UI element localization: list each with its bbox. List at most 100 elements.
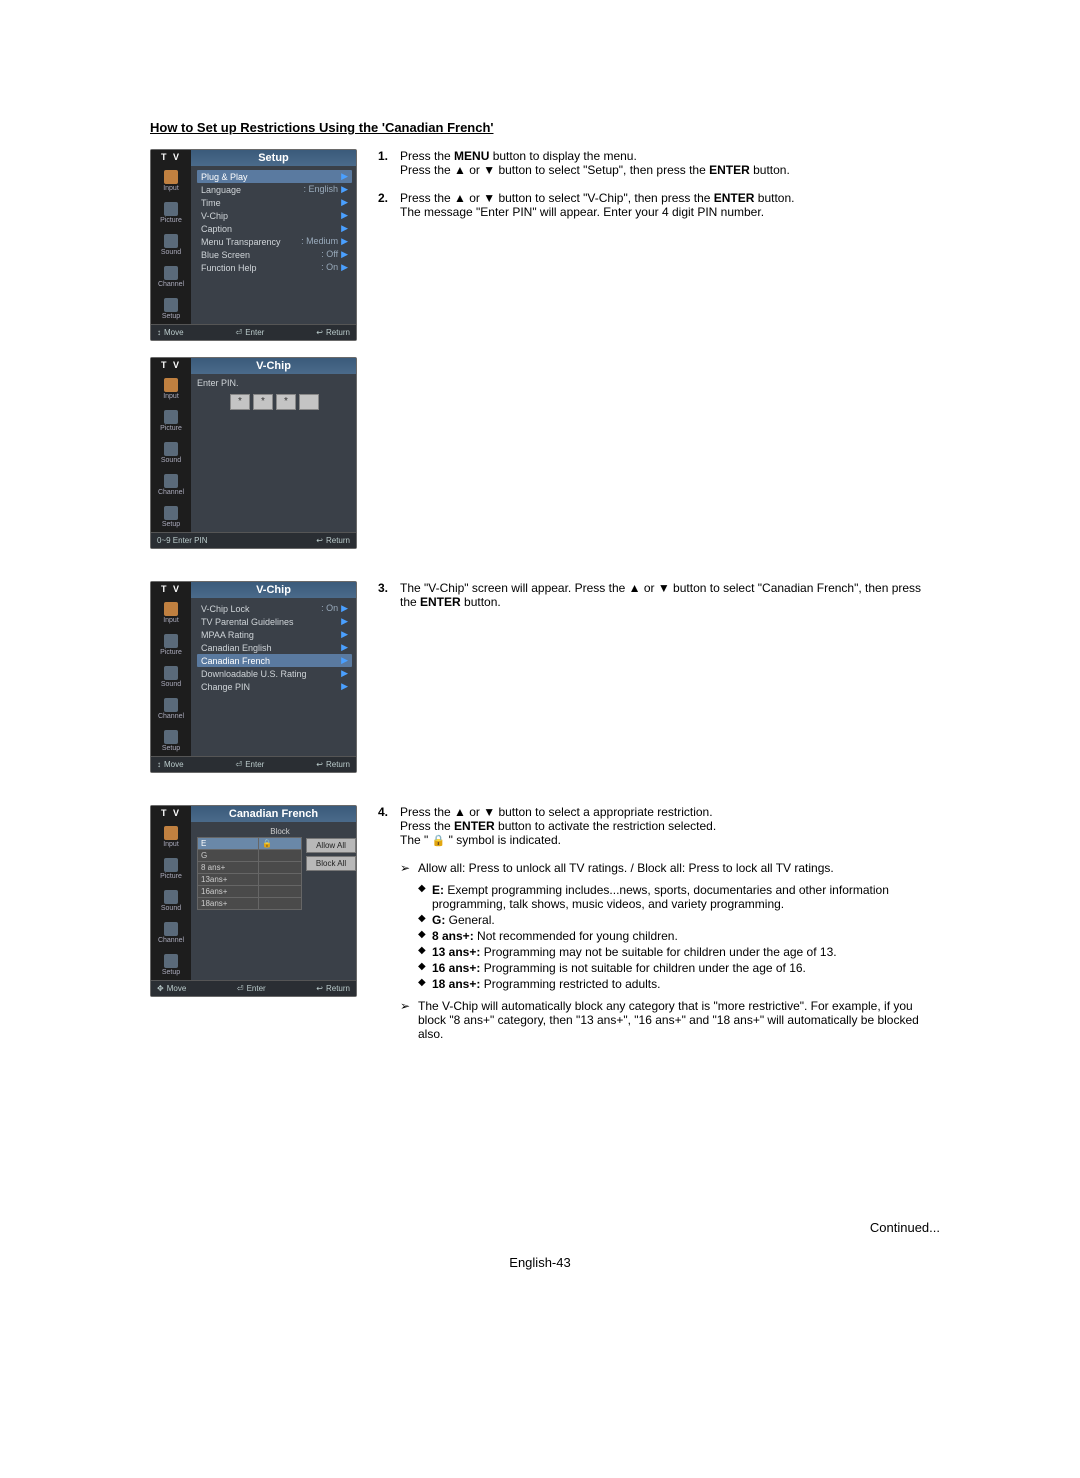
sidebar-item: Setup [154, 298, 188, 320]
sidebar-item: Input [154, 170, 188, 192]
chevron-right-icon: ▶ [341, 249, 348, 259]
sidebar-item: Setup [154, 506, 188, 528]
sidebar-icon [164, 858, 178, 872]
rating-block-cell [259, 874, 302, 886]
sidebar-label: Picture [154, 649, 188, 656]
bullet-icon: ◆ [418, 945, 432, 959]
pin-digit: * [276, 394, 296, 410]
sidebar-icon [164, 410, 178, 424]
sidebar-label: Channel [154, 937, 188, 944]
menu-value: : Medium [301, 236, 338, 246]
sidebar-icon [164, 922, 178, 936]
sidebar-icon [164, 202, 178, 216]
bullet-icon: ◆ [418, 929, 432, 943]
sidebar-icon [164, 698, 178, 712]
osd-sidebar: InputPictureSoundChannelSetup [151, 598, 191, 756]
menu-label: Menu Transparency [201, 237, 281, 247]
menu-row: Downloadable U.S. Rating▶ [197, 667, 352, 680]
pin-prompt: Enter PIN. [197, 378, 352, 388]
sidebar-item: Picture [154, 410, 188, 432]
sidebar-item: Channel [154, 922, 188, 944]
sidebar-label: Setup [154, 969, 188, 976]
sidebar-icon [164, 442, 178, 456]
chevron-right-icon: ▶ [341, 629, 348, 639]
chevron-right-icon: ▶ [341, 681, 348, 691]
sidebar-item: Picture [154, 634, 188, 656]
menu-label: Canadian English [201, 643, 272, 653]
sidebar-icon [164, 298, 178, 312]
menu-row: Menu Transparency: Medium▶ [197, 235, 352, 248]
rating-block-cell [259, 898, 302, 910]
sidebar-item: Channel [154, 266, 188, 288]
chevron-right-icon: ▶ [341, 616, 348, 626]
menu-label: Plug & Play [201, 172, 248, 182]
rating-block-cell [259, 850, 302, 862]
menu-row: V-Chip Lock: On▶ [197, 602, 352, 615]
menu-label: Function Help [201, 263, 257, 273]
rating-row: 18ans+ [198, 898, 302, 910]
footer-return: ↩ Return [316, 984, 350, 993]
sidebar-label: Picture [154, 873, 188, 880]
pin-input-row: *** [197, 394, 352, 410]
sidebar-item: Setup [154, 954, 188, 976]
pin-digit: * [230, 394, 250, 410]
sidebar-icon [164, 666, 178, 680]
menu-label: Downloadable U.S. Rating [201, 669, 307, 679]
menu-label: Time [201, 198, 221, 208]
pin-digit [299, 394, 319, 410]
menu-row: Function Help: On▶ [197, 261, 352, 274]
osd-canadian-french: T V Canadian French InputPictureSoundCha… [150, 805, 357, 997]
chevron-right-icon: ▶ [341, 223, 348, 233]
sidebar-label: Setup [154, 521, 188, 528]
sidebar-item: Channel [154, 474, 188, 496]
tv-label: T V [151, 582, 191, 598]
rating-block-cell: 🔒 [259, 838, 302, 850]
menu-label: Blue Screen [201, 250, 250, 260]
menu-label: TV Parental Guidelines [201, 617, 294, 627]
chevron-right-icon: ▶ [341, 210, 348, 220]
definition-item: ◆13 ans+: Programming may not be suitabl… [418, 945, 940, 959]
block-all-button[interactable]: Block All [306, 856, 356, 871]
menu-title: Setup [191, 150, 356, 166]
chevron-right-icon: ▶ [341, 197, 348, 207]
sidebar-icon [164, 378, 178, 392]
sidebar-icon [164, 890, 178, 904]
footer-return: ↩ Return [316, 760, 350, 769]
osd-sidebar: Input Picture Sound Channel Setup [151, 822, 191, 980]
osd-enter-pin: T V V-Chip InputPictureSoundChannelSetup… [150, 357, 357, 549]
sidebar-label: Input [154, 617, 188, 624]
osd-setup-menu: T V Setup InputPictureSoundChannelSetup … [150, 149, 357, 341]
continued-label: Continued... [870, 1220, 940, 1235]
osd-vchip-menu: T V V-Chip InputPictureSoundChannelSetup… [150, 581, 357, 773]
sidebar-item: Sound [154, 234, 188, 256]
sidebar-label: Input [154, 841, 188, 848]
footer-pin: 0~9 Enter PIN [157, 536, 207, 545]
menu-title: V-Chip [191, 358, 356, 374]
rating-row: 8 ans+ [198, 862, 302, 874]
menu-value: : Off [321, 249, 338, 259]
rating-row: 16ans+ [198, 886, 302, 898]
osd-sidebar: InputPictureSoundChannelSetup [151, 374, 191, 532]
sidebar-item: Sound [154, 890, 188, 912]
menu-label: V-Chip Lock [201, 604, 250, 614]
menu-row: TV Parental Guidelines ▶ [197, 615, 352, 628]
sidebar-label: Channel [154, 713, 188, 720]
chevron-right-icon: ▶ [341, 184, 348, 194]
menu-row: Change PIN▶ [197, 680, 352, 693]
sidebar-icon [164, 266, 178, 280]
tv-label: T V [151, 150, 191, 166]
bullet-icon: ◆ [418, 961, 432, 975]
menu-title: V-Chip [191, 582, 356, 598]
tv-label: T V [151, 806, 191, 822]
osd-sidebar: InputPictureSoundChannelSetup [151, 166, 191, 324]
footer-enter: ⏎ Enter [236, 328, 265, 337]
menu-value: : On [321, 262, 338, 272]
rating-label: 16ans+ [198, 886, 259, 898]
bullet-icon: ◆ [418, 883, 432, 911]
sidebar-label: Setup [154, 313, 188, 320]
allow-all-button[interactable]: Allow All [306, 838, 356, 853]
chevron-right-icon: ▶ [341, 603, 348, 613]
rating-label: G [198, 850, 259, 862]
menu-row: Language: English▶ [197, 183, 352, 196]
rating-row: E🔒 [198, 838, 302, 850]
